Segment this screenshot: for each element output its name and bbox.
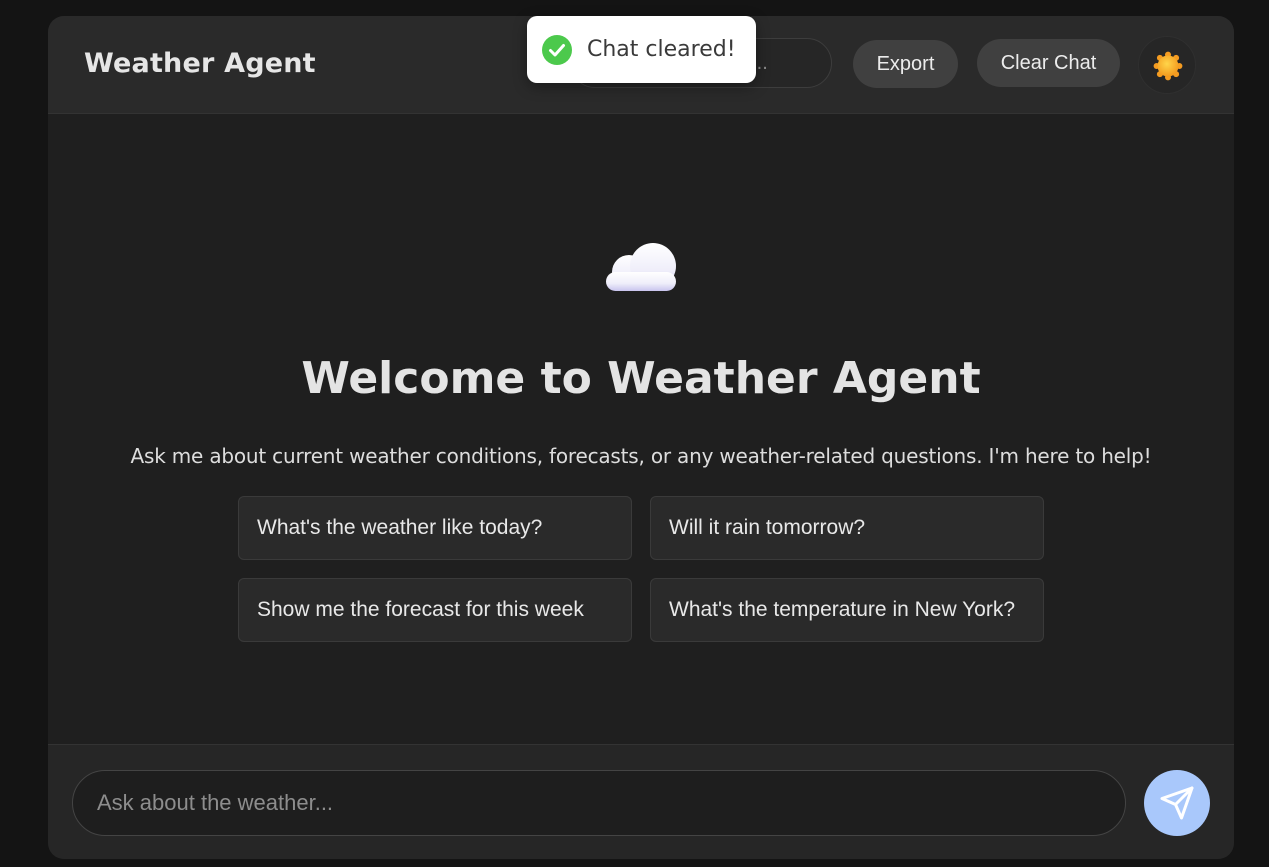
welcome-title: Welcome to Weather Agent <box>301 353 981 404</box>
theme-toggle-button[interactable] <box>1138 36 1196 94</box>
toast-message: Chat cleared! <box>587 37 736 62</box>
suggestion-button[interactable]: Show me the forecast for this week <box>238 578 632 642</box>
send-button[interactable] <box>1144 770 1210 836</box>
welcome-subtitle: Ask me about current weather conditions,… <box>130 444 1152 468</box>
chat-window: Weather Agent Export Clear Chat <box>48 16 1234 859</box>
send-icon <box>1160 786 1194 820</box>
suggestion-button[interactable]: What's the temperature in New York? <box>650 578 1044 642</box>
message-composer <box>48 744 1234 859</box>
export-button[interactable]: Export <box>853 40 958 88</box>
clear-chat-button[interactable]: Clear Chat <box>977 39 1120 87</box>
app-title: Weather Agent <box>84 48 316 79</box>
suggestion-button[interactable]: Will it rain tomorrow? <box>650 496 1044 560</box>
check-circle-icon <box>542 35 572 65</box>
suggestion-button[interactable]: What's the weather like today? <box>238 496 632 560</box>
message-input[interactable] <box>72 770 1126 836</box>
cloud-icon <box>603 242 679 298</box>
toast-notification: Chat cleared! <box>527 16 756 83</box>
sun-icon <box>1153 51 1183 81</box>
